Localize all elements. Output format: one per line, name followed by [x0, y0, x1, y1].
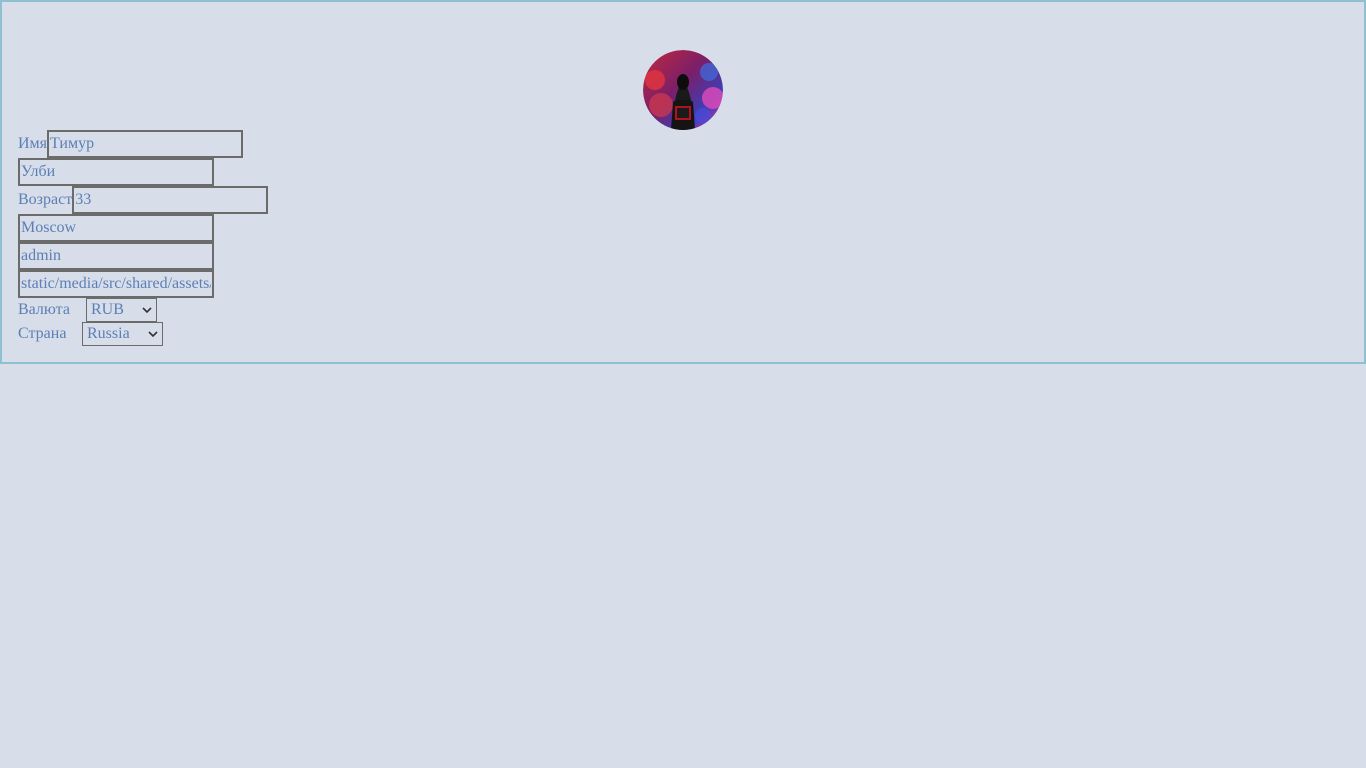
city-input[interactable]	[18, 214, 214, 242]
currency-label: Валюта	[18, 301, 70, 318]
chevron-down-icon	[148, 329, 158, 339]
first-name-row: Имя	[18, 130, 244, 158]
username-row	[18, 242, 214, 270]
username-input[interactable]	[18, 242, 214, 270]
currency-select-value: RUB	[91, 301, 124, 318]
profile-card: Имя Возраст Валюта RUB Страна Russia	[0, 0, 1366, 364]
avatar-path-row	[18, 270, 214, 298]
first-name-input[interactable]	[47, 130, 244, 158]
age-row: Возраст	[18, 186, 269, 214]
currency-select[interactable]: RUB	[86, 298, 157, 322]
avatar	[643, 50, 723, 130]
country-label: Страна	[18, 325, 67, 342]
country-select[interactable]: Russia	[82, 322, 163, 346]
chevron-down-icon	[142, 305, 152, 315]
last-name-row	[18, 158, 214, 186]
age-input[interactable]	[72, 186, 269, 214]
city-row	[18, 214, 214, 242]
country-select-value: Russia	[87, 325, 130, 342]
country-row: Страна Russia	[18, 322, 163, 346]
currency-row: Валюта RUB	[18, 298, 157, 322]
first-name-label: Имя	[18, 135, 48, 152]
avatar-path-input[interactable]	[18, 270, 214, 298]
last-name-input[interactable]	[18, 158, 214, 186]
age-label: Возраст	[18, 191, 73, 208]
